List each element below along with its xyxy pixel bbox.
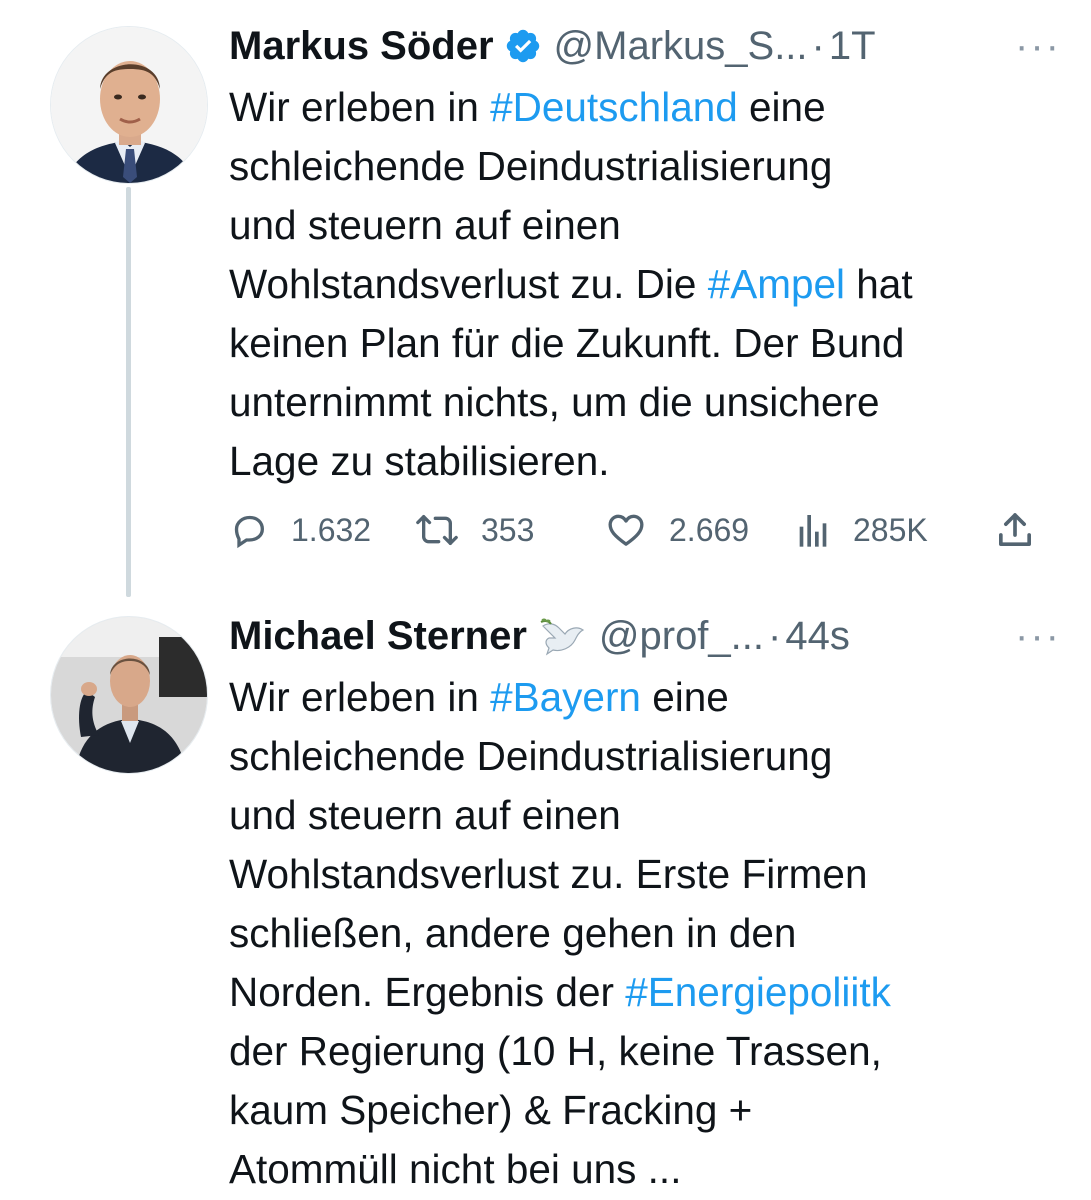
author-name[interactable]: Michael Sterner — [229, 608, 527, 664]
tweet-text-segment: Wir erleben in — [229, 674, 491, 720]
tweet-text-line: Wir erleben in #Bayern eine — [229, 668, 1059, 727]
tweet-text-line: unternimmt nichts, um die unsichere — [229, 373, 1059, 432]
avatar-photo — [51, 617, 207, 773]
hashtag-link[interactable]: #Bayern — [490, 674, 641, 720]
tweet-text-line: und steuern auf einen — [229, 786, 1059, 845]
tweet-text-line: Wohlstandsverlust zu. Erste Firmen — [229, 845, 1059, 904]
author-handle[interactable]: @Markus_S... — [554, 18, 808, 74]
tweet-text-segment: Atommüll nicht bei uns ... — [229, 1146, 682, 1192]
retweet-button[interactable]: 353 — [415, 500, 534, 560]
tweet-text-segment: schleichende Deindustrialisierung — [229, 733, 833, 779]
tweet-text-segment: schließen, andere gehen in den — [229, 910, 797, 956]
analytics-icon — [799, 515, 827, 547]
tweet-text-segment: Wohlstandsverlust zu. Die — [229, 261, 708, 307]
avatar[interactable] — [50, 26, 208, 184]
tweet-text: Wir erleben in #Deutschland eine schleich… — [229, 78, 1059, 491]
tweet-text-segment: Norden. Ergebnis der — [229, 969, 626, 1015]
tweet-text-segment: eine — [640, 674, 729, 720]
author-handle[interactable]: @prof_... — [599, 608, 764, 664]
tweet-text-line: keinen Plan für die Zukunft. Der Bund — [229, 314, 1059, 373]
tweet-text-segment: hat — [845, 261, 913, 307]
tweet-text-segment: Wohlstandsverlust zu. Erste Firmen — [229, 851, 868, 897]
retweet-count: 353 — [481, 511, 535, 548]
tweet-text-segment: keinen Plan für die Zukunft. Der Bund — [229, 320, 905, 366]
avatar-photo — [51, 27, 207, 183]
tweet-text-line: und steuern auf einen — [229, 196, 1059, 255]
tweet-timestamp[interactable]: 44s — [785, 608, 850, 664]
tweet-text-line: schleichende Deindustrialisierung — [229, 137, 1059, 196]
hashtag-link[interactable]: #Ampel — [708, 261, 845, 307]
tweet-timestamp[interactable]: 1T — [829, 18, 876, 74]
hashtag-link[interactable]: #Energiepoliitk — [625, 969, 891, 1015]
tweet-text-segment: Wir erleben in — [229, 84, 491, 130]
tweet-markus-soeder[interactable]: Markus Söder @Markus_S... · 1T ··· Wir e… — [0, 0, 1091, 600]
share-button[interactable] — [995, 500, 1035, 560]
like-button[interactable]: 2.669 — [605, 500, 749, 560]
tweet-text-segment: Lage zu stabilisieren. — [229, 438, 610, 484]
retweet-icon — [416, 515, 458, 545]
tweet-text-line: Norden. Ergebnis der #Energiepoliitk — [229, 963, 1059, 1022]
tweet-header: Markus Söder @Markus_S... · 1T ··· — [229, 18, 1061, 74]
tweet-michael-sterner[interactable]: Michael Sterner @prof_... · 44s ··· Wir … — [0, 600, 1091, 1200]
tweet-text-line: schließen, andere gehen in den — [229, 904, 1059, 963]
views-button[interactable]: 285K — [795, 500, 928, 560]
tweet-text-segment: unternimmt nichts, um die unsichere — [229, 379, 880, 425]
separator-dot: · — [811, 24, 825, 68]
view-count: 285K — [853, 511, 928, 548]
verified-badge-icon — [506, 29, 539, 63]
tweet-text-line: kaum Speicher) & Fracking + — [229, 1081, 1059, 1140]
tweet-text-segment: und steuern auf einen — [229, 792, 621, 838]
tweet-text-line: der Regierung (10 H, keine Trassen, — [229, 1022, 1059, 1081]
reply-icon — [234, 515, 265, 549]
author-name[interactable]: Markus Söder — [229, 18, 494, 74]
hashtag-link[interactable]: #Deutschland — [490, 84, 738, 130]
like-count: 2.669 — [669, 511, 750, 548]
tweet-text-line: Wohlstandsverlust zu. Die #Ampel hat — [229, 255, 1059, 314]
more-options-icon[interactable]: ··· — [1015, 608, 1061, 664]
tweet-text-segment: eine — [737, 84, 826, 130]
reply-button[interactable]: 1.632 — [229, 500, 371, 560]
reply-count: 1.632 — [291, 511, 372, 548]
more-options-icon[interactable]: ··· — [1015, 18, 1061, 74]
separator-dot: · — [768, 614, 782, 658]
tweet-header: Michael Sterner @prof_... · 44s ··· — [229, 608, 1061, 664]
tweet-text: Wir erleben in #Bayern eine schleichende … — [229, 668, 1059, 1199]
tweet-text-line: Lage zu stabilisieren. — [229, 432, 1059, 491]
tweet-text-line: Atommüll nicht bei uns ... — [229, 1140, 1059, 1199]
dove-icon — [540, 618, 585, 656]
tweet-text-segment: und steuern auf einen — [229, 202, 621, 248]
tweet-text-segment: kaum Speicher) & Fracking + — [229, 1087, 753, 1133]
avatar[interactable] — [50, 616, 208, 774]
tweet-actions: 1.632 353 2.669 285K — [229, 500, 1049, 560]
heart-icon — [608, 514, 644, 546]
tweet-text-line: schleichende Deindustrialisierung — [229, 727, 1059, 786]
tweet-text-segment: schleichende Deindustrialisierung — [229, 143, 833, 189]
share-icon — [999, 513, 1031, 546]
tweet-text-segment: der Regierung (10 H, keine Trassen, — [229, 1028, 882, 1074]
thread-line — [126, 187, 131, 597]
tweet-text-line: Wir erleben in #Deutschland eine — [229, 78, 1059, 137]
